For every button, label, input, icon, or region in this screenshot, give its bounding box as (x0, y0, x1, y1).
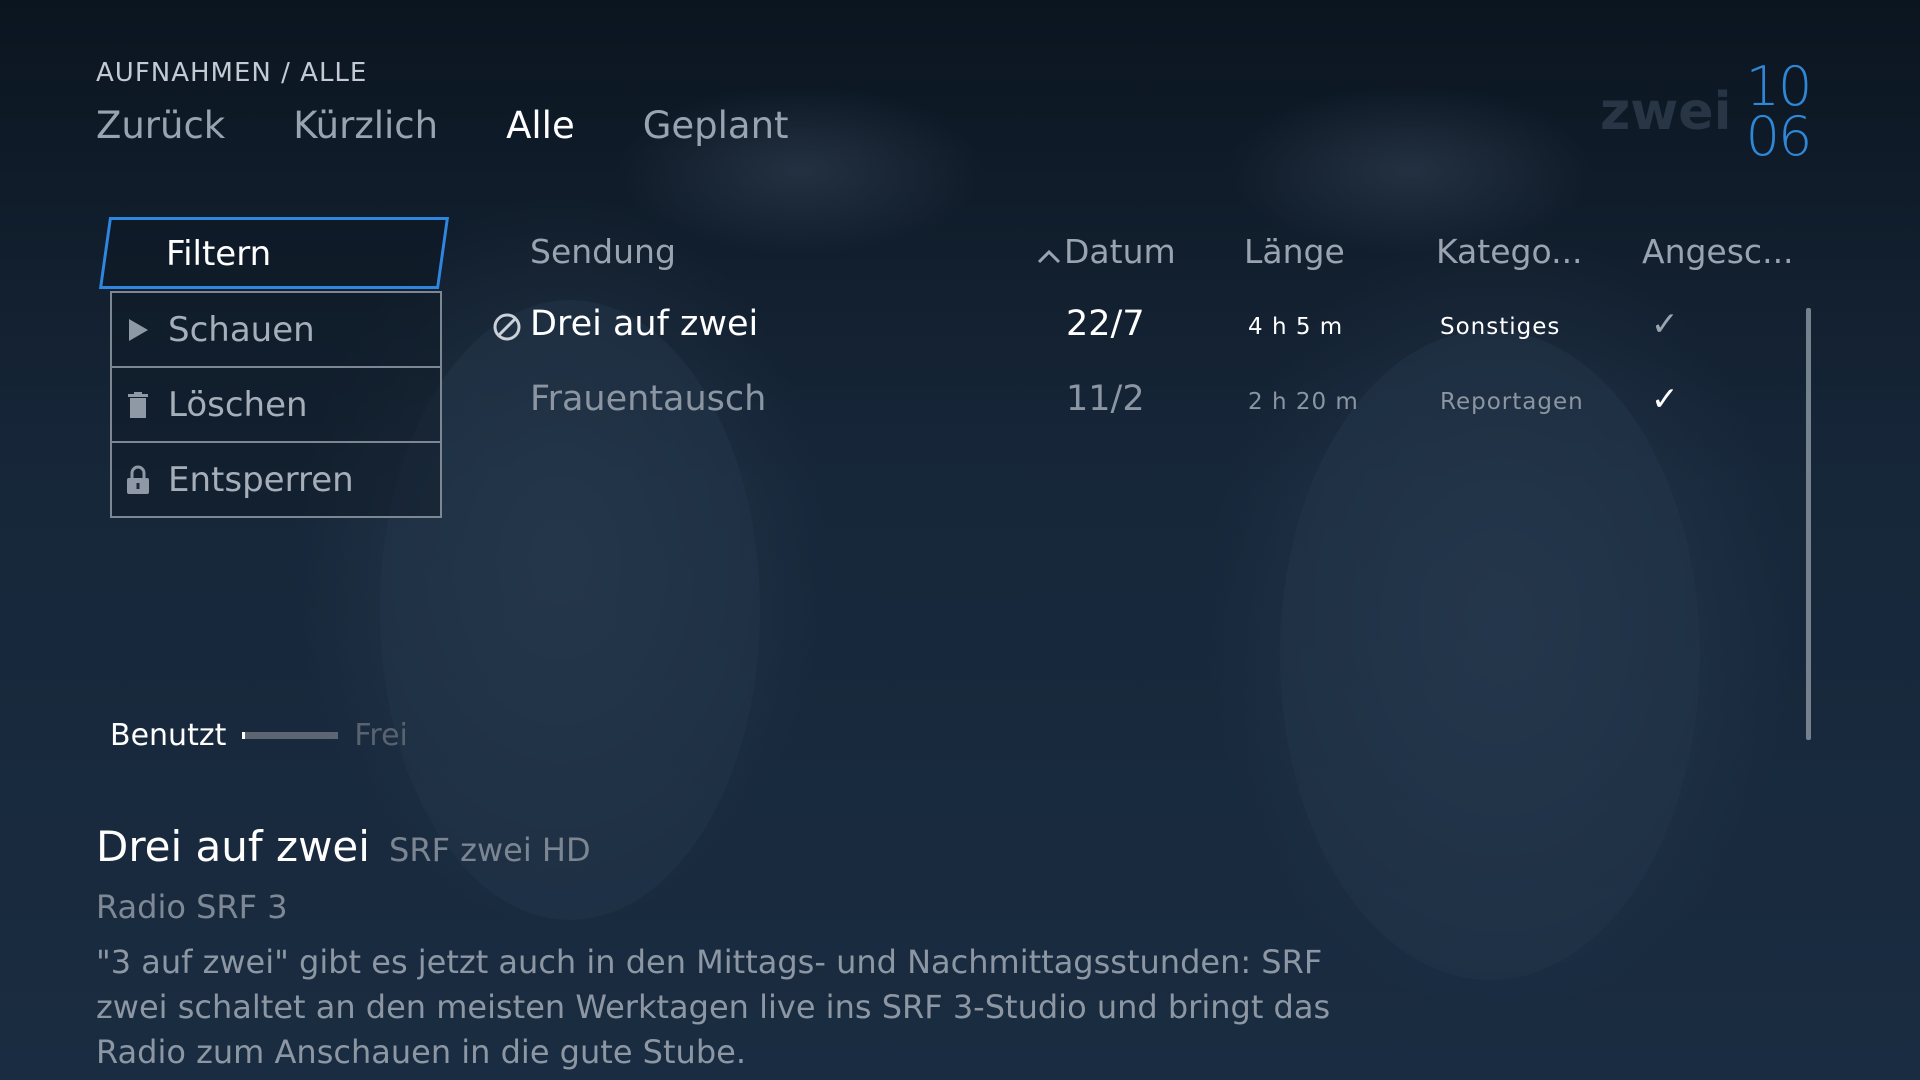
play-icon (112, 318, 164, 342)
detail-subtitle: Radio SRF 3 (96, 888, 288, 926)
row-category: Reportagen (1440, 389, 1584, 415)
tab-kuerzlich[interactable]: Kürzlich (293, 104, 438, 147)
top-navigation: Zurück Kürzlich Alle Geplant (96, 104, 857, 147)
action-menu: Schauen Löschen Entsperren (110, 291, 442, 518)
unlock-button[interactable]: Entsperren (112, 443, 440, 516)
storage-used-label: Benutzt (110, 718, 227, 753)
breadcrumb: AUFNAHMEN / ALLE (96, 58, 368, 88)
watched-check-icon: ✓ (1651, 379, 1679, 418)
detail-title: Drei auf zwei (96, 822, 370, 871)
column-header-laenge[interactable]: Länge (1244, 232, 1345, 271)
detail-description: "3 auf zwei" gibt es jetzt auch in den M… (96, 943, 1331, 1071)
storage-indicator: Benutzt Frei (110, 718, 408, 753)
delete-button[interactable]: Löschen (112, 368, 440, 443)
table-scrollbar[interactable] (1806, 308, 1811, 740)
column-header-angeschaut[interactable]: Angesc... (1642, 232, 1794, 271)
watch-button-label: Schauen (168, 309, 315, 350)
row-length: 2 h 20 m (1248, 389, 1359, 415)
column-header-kategorie[interactable]: Katego... (1436, 232, 1583, 271)
tab-alle[interactable]: Alle (506, 104, 575, 147)
column-header-datum-label: Datum (1064, 232, 1176, 271)
watch-button[interactable]: Schauen (112, 293, 440, 368)
clock-minutes: 06 (1745, 105, 1813, 168)
storage-free-label: Frei (354, 718, 408, 753)
tv-recordings-screen: zwei AUFNAHMEN / ALLE Zurück Kürzlich Al… (0, 0, 1920, 1080)
tab-zurueck[interactable]: Zurück (96, 104, 225, 147)
unlock-button-label: Entsperren (168, 459, 354, 500)
row-title: Frauentausch (530, 379, 767, 419)
delete-button-label: Löschen (168, 384, 308, 425)
channel-watermark-logo: zwei (1600, 82, 1732, 142)
column-header-sendung[interactable]: Sendung (530, 232, 676, 271)
row-date: 11/2 (1066, 379, 1145, 419)
watched-check-icon: ✓ (1651, 304, 1679, 343)
filter-button-label: Filtern (166, 234, 272, 274)
chevron-up-icon (1036, 234, 1062, 273)
clock: 10 06 (1740, 60, 1816, 168)
row-title: Drei auf zwei (530, 304, 759, 344)
column-header-datum[interactable]: Datum (1036, 232, 1176, 273)
table-row[interactable]: Drei auf zwei 22/7 4 h 5 m Sonstiges ✓ (488, 292, 1788, 362)
storage-bar-fill (242, 732, 246, 739)
blocked-icon (492, 312, 522, 342)
filter-button-focus-frame (98, 217, 450, 289)
detail-channel: SRF zwei HD (389, 831, 591, 869)
row-length: 4 h 5 m (1248, 314, 1344, 340)
table-row[interactable]: Frauentausch 11/2 2 h 20 m Reportagen ✓ (488, 367, 1788, 437)
row-date: 22/7 (1066, 304, 1145, 344)
filter-button[interactable]: Filtern (98, 217, 450, 289)
tab-geplant[interactable]: Geplant (643, 104, 789, 147)
row-category: Sonstiges (1440, 314, 1561, 340)
storage-bar (242, 732, 339, 739)
detail-heading: Drei auf zwei SRF zwei HD (96, 822, 591, 871)
trash-icon (112, 391, 164, 418)
unlock-icon (112, 465, 164, 495)
